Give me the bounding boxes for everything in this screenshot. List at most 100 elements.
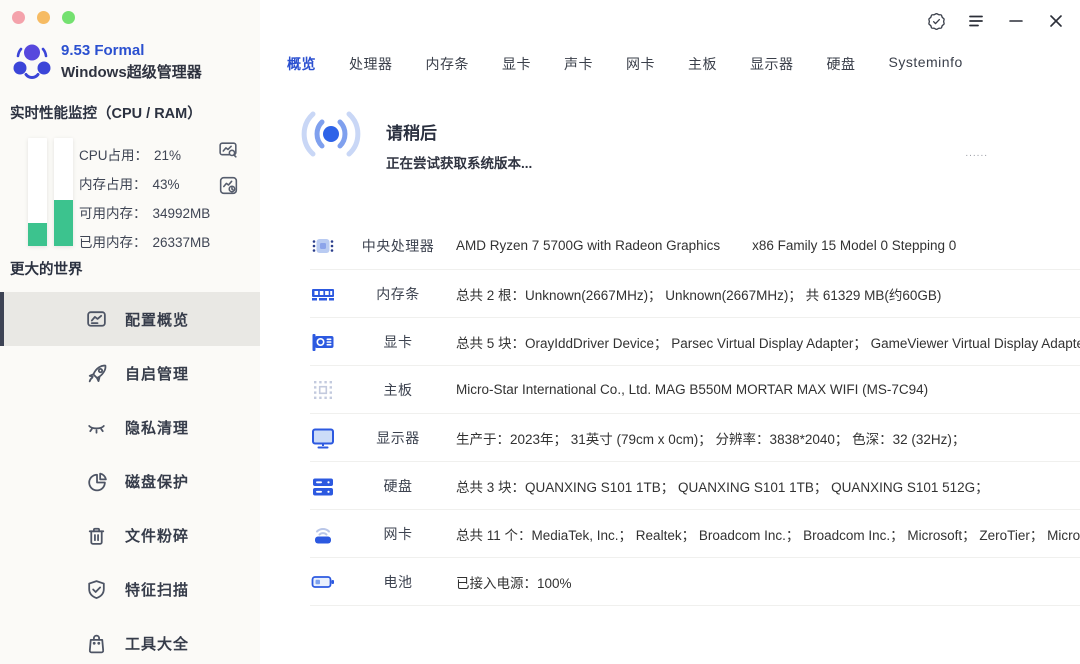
motherboard-icon bbox=[314, 380, 332, 399]
traffic-light-minimize-icon[interactable] bbox=[37, 11, 50, 24]
tab-memory[interactable]: 内存条 bbox=[426, 54, 470, 74]
sidebar-item-label: 自启管理 bbox=[125, 365, 190, 383]
sidebar-item-toolbox[interactable]: 工具大全 bbox=[0, 616, 260, 664]
sidebar-item-file-shredder[interactable]: 文件粉碎 bbox=[0, 508, 260, 562]
app-window: 9.53 Formal Windows超级管理器 实时性能监控（CPU / RA… bbox=[0, 0, 1080, 664]
sidebar-item-label: 特征扫描 bbox=[125, 581, 190, 599]
monitor-icon bbox=[312, 428, 334, 448]
sidebar-item-label: 工具大全 bbox=[125, 635, 190, 653]
tab-overview[interactable]: 概览 bbox=[287, 54, 316, 74]
used-ram-label: 已用内存： bbox=[79, 235, 147, 250]
info-row-label: 硬盘 bbox=[383, 477, 413, 494]
app-logo-icon bbox=[13, 44, 51, 79]
ram-bar-fill bbox=[54, 199, 73, 246]
eye-closed-icon bbox=[88, 424, 105, 434]
cpu-usage-bar bbox=[28, 138, 47, 246]
info-row-label: 显示器 bbox=[376, 429, 420, 446]
menu-icon[interactable] bbox=[964, 9, 988, 33]
wifi-adapter-icon bbox=[315, 527, 331, 543]
performance-monitor-panel: CPU占用： 21% 内存占用： 43% 可用内存： 34992MB 已用内存： 263… bbox=[0, 136, 260, 250]
traffic-lights bbox=[12, 11, 75, 24]
info-row-monitor: 显示器 生产于：2023年； 31英寸 (79cm x 0cm)； 分辨率：38… bbox=[310, 414, 1080, 462]
tab-motherboard[interactable]: 主板 bbox=[688, 54, 717, 74]
battery-icon bbox=[311, 575, 334, 588]
ram-usage-stat: 内存占用： 43% bbox=[79, 170, 210, 199]
trash-icon bbox=[88, 527, 105, 545]
info-row-value: 已接入电源：100% bbox=[456, 575, 572, 591]
license-badge-icon[interactable] bbox=[924, 9, 948, 33]
free-ram-label: 可用内存： bbox=[79, 206, 147, 221]
cpu-usage-stat: CPU占用： 21% bbox=[79, 141, 210, 170]
tab-nic[interactable]: 网卡 bbox=[626, 54, 655, 74]
tab-gpu[interactable]: 显卡 bbox=[502, 54, 531, 74]
traffic-light-close-icon[interactable] bbox=[12, 11, 25, 24]
info-row-battery: 电池 已接入电源：100% bbox=[310, 558, 1080, 606]
app-brand-text: 9.53 Formal Windows超级管理器 bbox=[61, 42, 202, 82]
usage-bars bbox=[28, 138, 73, 246]
shield-check-icon bbox=[88, 579, 105, 599]
info-row-label: 网卡 bbox=[383, 525, 413, 542]
info-row-label: 内存条 bbox=[376, 285, 420, 302]
sidebar-item-label: 隐私清理 bbox=[125, 419, 190, 437]
ram-stick-icon bbox=[312, 288, 334, 300]
tab-systeminfo[interactable]: Systeminfo bbox=[889, 54, 963, 74]
tab-processor[interactable]: 处理器 bbox=[349, 54, 393, 74]
loading-banner: 请稍后 正在尝试获取系统版本... bbox=[298, 105, 1038, 171]
info-row-memory: 内存条 总共 2 根：Unknown(2667MHz)； Unknown(266… bbox=[310, 270, 1080, 318]
free-ram-value: 34992MB bbox=[152, 206, 211, 221]
app-brand: 9.53 Formal Windows超级管理器 bbox=[11, 41, 202, 83]
used-ram-value: 26337MB bbox=[152, 235, 211, 250]
app-version: 9.53 Formal bbox=[61, 42, 145, 59]
traffic-light-maximize-icon[interactable] bbox=[62, 11, 75, 24]
bag-icon bbox=[88, 634, 105, 653]
info-row-nic: 网卡 总共 11 个：MediaTek, Inc.； Realtek； Broa… bbox=[310, 510, 1080, 558]
tab-monitor[interactable]: 显示器 bbox=[750, 54, 794, 74]
perf-action-icons bbox=[217, 139, 240, 197]
sidebar-item-disk-protect[interactable]: 磁盘保护 bbox=[0, 454, 260, 508]
hardware-tabs: 概览 处理器 内存条 显卡 声卡 网卡 主板 显示器 硬盘 Systeminfo bbox=[287, 54, 963, 74]
radar-signal-icon bbox=[301, 111, 361, 157]
ram-usage-bar bbox=[54, 138, 73, 246]
chart-overview-icon bbox=[87, 310, 106, 327]
cpu-usage-value: 21% bbox=[154, 148, 182, 163]
info-row-label: 电池 bbox=[383, 573, 413, 590]
info-row-label: 中央处理器 bbox=[361, 237, 435, 254]
chart-search-icon[interactable] bbox=[217, 139, 240, 162]
sidebar-item-label: 文件粉碎 bbox=[125, 527, 190, 545]
world-section-title: 更大的世界 bbox=[10, 262, 83, 278]
ram-usage-label: 内存占用： bbox=[79, 177, 147, 192]
info-row-value: 生产于：2023年； 31英寸 (79cm x 0cm)； 分辨率：3838*2… bbox=[456, 431, 966, 447]
chart-history-icon[interactable] bbox=[217, 174, 240, 197]
minimize-icon[interactable] bbox=[1004, 9, 1028, 33]
cpu-bar-fill bbox=[28, 223, 47, 246]
info-row-value: AMD Ryzen 7 5700G with Radeon Graphics x8… bbox=[456, 238, 957, 253]
sidebar: 9.53 Formal Windows超级管理器 实时性能监控（CPU / RA… bbox=[0, 0, 260, 664]
sidebar-item-label: 配置概览 bbox=[125, 311, 190, 329]
titlebar-controls bbox=[924, 9, 1068, 33]
rocket-icon bbox=[88, 364, 107, 382]
info-row-disk: 硬盘 总共 3 块：QUANXING S101 1TB； QUANXING S1… bbox=[310, 462, 1080, 510]
info-row-value: 总共 2 根：Unknown(2667MHz)； Unknown(2667MHz… bbox=[456, 287, 942, 303]
pie-chart-icon bbox=[88, 472, 107, 491]
info-row-value: Micro-Star International Co., Ltd. MAG B… bbox=[456, 382, 929, 397]
sidebar-menu: 配置概览 自启管理 隐私清理 磁盘保护 文件粉碎 特征扫描 工具大全 bbox=[0, 292, 260, 664]
sidebar-item-config-overview[interactable]: 配置概览 bbox=[0, 292, 260, 346]
info-row-label: 显卡 bbox=[383, 333, 413, 350]
info-row-gpu: 显卡 总共 5 块：OrayIddDriver Device； Parsec V… bbox=[310, 318, 1080, 366]
info-row-value: 总共 5 块：OrayIddDriver Device； Parsec Virt… bbox=[456, 335, 1080, 351]
info-row-label: 主板 bbox=[383, 381, 413, 398]
sidebar-item-signature-scan[interactable]: 特征扫描 bbox=[0, 562, 260, 616]
loading-ellipsis: ...... bbox=[965, 148, 988, 159]
info-row-motherboard: 主板 Micro-Star International Co., Ltd. MA… bbox=[310, 366, 1080, 414]
tab-soundcard[interactable]: 声卡 bbox=[564, 54, 593, 74]
info-row-value: 总共 3 块：QUANXING S101 1TB； QUANXING S101 … bbox=[456, 479, 989, 495]
close-icon[interactable] bbox=[1044, 9, 1068, 33]
sidebar-item-autostart[interactable]: 自启管理 bbox=[0, 346, 260, 400]
cpu-chip-icon bbox=[312, 238, 334, 253]
tab-disk[interactable]: 硬盘 bbox=[827, 54, 856, 74]
main-content: 概览 处理器 内存条 显卡 声卡 网卡 主板 显示器 硬盘 Systeminfo… bbox=[260, 0, 1080, 664]
loading-banner-text: 请稍后 正在尝试获取系统版本... bbox=[386, 119, 532, 172]
info-row-value: 总共 11 个：MediaTek, Inc.； Realtek； Broadco… bbox=[456, 527, 1080, 543]
sidebar-item-privacy-clean[interactable]: 隐私清理 bbox=[0, 400, 260, 454]
loading-title: 请稍后 bbox=[386, 124, 437, 143]
